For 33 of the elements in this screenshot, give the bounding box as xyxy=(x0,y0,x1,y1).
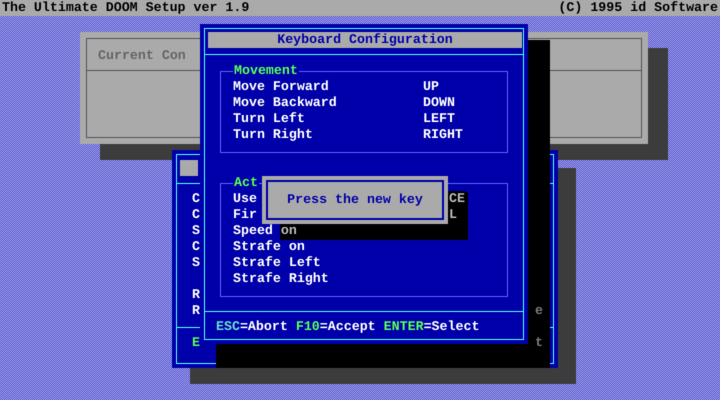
square-icon xyxy=(180,160,198,176)
action-label: Turn Left xyxy=(233,111,305,127)
action-label: Move Forward xyxy=(233,79,329,95)
action-label: Strafe Right xyxy=(233,271,329,287)
menu-letter: e xyxy=(535,303,543,319)
menu-letter: S xyxy=(192,255,200,271)
action-label: Strafe on xyxy=(233,239,305,255)
menu-letter: R xyxy=(192,287,200,303)
menu-letter: S xyxy=(192,223,200,239)
menu-letter: R xyxy=(192,303,200,319)
app-title: The Ultimate DOOM Setup ver 1.9 xyxy=(2,0,250,16)
menu-letter: t xyxy=(535,335,543,351)
menu-letter: C xyxy=(192,239,200,255)
prompt-text: Press the new key xyxy=(287,192,423,208)
copyright-text: (C) 1995 id Software xyxy=(558,0,718,16)
key-label: LEFT xyxy=(423,111,455,126)
action-label: Move Backward xyxy=(233,95,337,111)
menu-letter: E xyxy=(192,335,200,351)
key-label: RIGHT xyxy=(423,127,463,142)
shortcut-hint: ESC=Abort xyxy=(216,319,288,335)
menu-letter: C xyxy=(192,191,200,207)
window-title: Current Con xyxy=(98,48,186,64)
key-label: DOWN xyxy=(423,95,455,110)
action-label: Speed xyxy=(233,223,273,239)
dialog-title: Keyboard Configuration xyxy=(277,32,453,48)
key-label: UP xyxy=(423,79,439,94)
shortcut-hint: F10=Accept xyxy=(296,319,376,335)
action-label: Strafe Left xyxy=(233,255,321,271)
action-label: Turn Right xyxy=(233,127,313,143)
menu-letter: C xyxy=(192,207,200,223)
shortcut-hint: ENTER=Select xyxy=(384,319,480,335)
action-label: Fir xyxy=(233,207,257,223)
action-label: Use xyxy=(233,191,257,207)
